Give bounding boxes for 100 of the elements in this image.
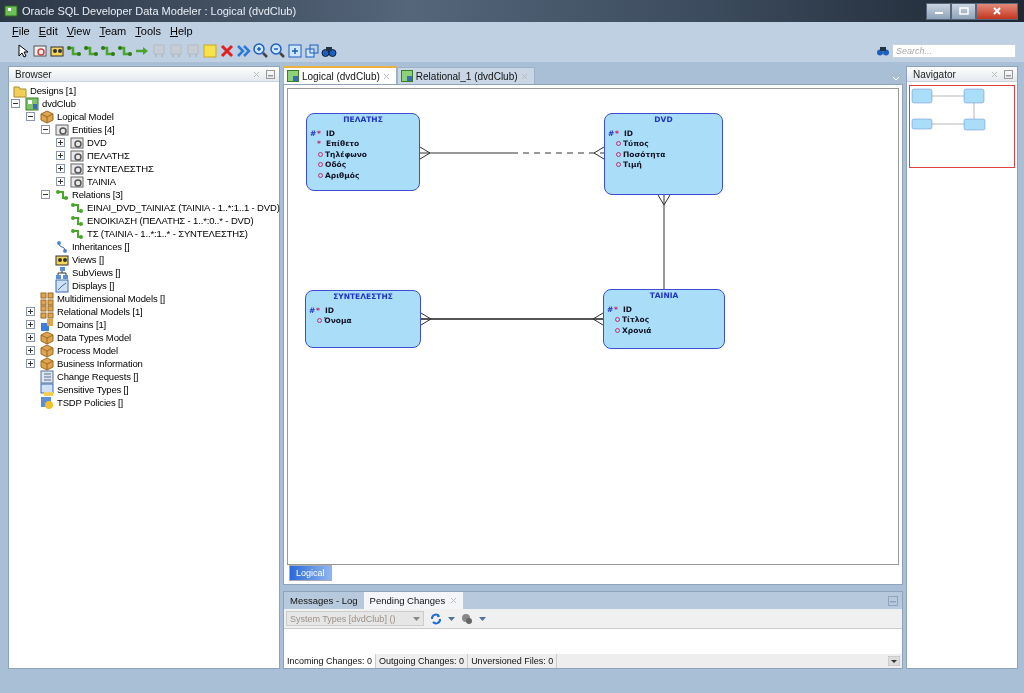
menu-item[interactable]: File: [8, 25, 34, 37]
caret-icon[interactable]: [479, 616, 486, 621]
zoom-in-icon[interactable]: [252, 43, 269, 59]
relation-icon[interactable]: [116, 43, 133, 59]
expand-toggle[interactable]: [56, 177, 65, 186]
diagram-icon: [287, 70, 299, 82]
panel-tab[interactable]: Pending Changes: [363, 592, 464, 609]
tree-item[interactable]: Inheritances []: [72, 241, 130, 252]
panel-title: Navigator: [913, 68, 957, 80]
editor-tab[interactable]: Relational_1 (dvdClub): [396, 67, 535, 84]
tree-item[interactable]: TSDP Policies []: [57, 397, 124, 408]
expand-toggle[interactable]: [56, 164, 65, 173]
window-title: Oracle SQL Developer Data Modeler : Logical (dvdClub): [22, 5, 298, 17]
tree-item[interactable]: Views []: [72, 254, 104, 265]
entity-icon: [70, 174, 84, 189]
tree-item[interactable]: Business Information: [57, 358, 143, 369]
cube-icon: [40, 330, 54, 345]
caret-icon: [413, 616, 420, 621]
entity-icon: [70, 161, 84, 176]
tree-item[interactable]: Multidimensional Models []: [57, 293, 166, 304]
cube-icon: [40, 109, 54, 124]
relationship-line[interactable]: [419, 146, 605, 160]
relation-icon: [70, 226, 84, 241]
list-icon: [40, 369, 54, 384]
zoom-out-icon[interactable]: [269, 43, 286, 59]
menu-item[interactable]: Team: [95, 25, 131, 37]
tree-item[interactable]: DVD: [87, 137, 107, 148]
close-button[interactable]: [976, 2, 1018, 20]
expand-toggle[interactable]: [26, 346, 35, 355]
tree-item[interactable]: Domains [1]: [57, 319, 107, 330]
dropdown-icon[interactable]: [888, 656, 900, 666]
expand-toggle[interactable]: [56, 151, 65, 160]
design-icon: [25, 96, 39, 111]
tree-item[interactable]: ΤΑΙΝΙΑ: [87, 176, 116, 187]
tree-item[interactable]: Relational Models [1]: [57, 306, 143, 317]
tree-item[interactable]: Displays []: [72, 280, 115, 291]
menu-item[interactable]: Help: [165, 25, 197, 37]
relation-icon[interactable]: [99, 43, 116, 59]
app-icon: [4, 4, 18, 18]
expand-toggle[interactable]: [26, 320, 35, 329]
menu-item[interactable]: Edit: [34, 25, 62, 37]
relation-icon: [70, 200, 84, 215]
tree-item[interactable]: ΕΝΟΙΚΙΑΣΗ (ΠΕΛΑΤΗΣ - 1..*:0..* - DVD): [87, 215, 254, 226]
cube-icon: [40, 343, 54, 358]
caret-icon[interactable]: [448, 616, 455, 621]
status-text: Unversioned Files: 0: [468, 654, 558, 668]
tree-item[interactable]: ΠΕΛΑΤΗΣ: [87, 150, 130, 161]
relation-icon: [70, 213, 84, 228]
expand-toggle[interactable]: [11, 99, 20, 108]
relationship-line[interactable]: [657, 194, 671, 290]
relationship-line[interactable]: [420, 312, 604, 326]
tree-item[interactable]: Designs [1]: [30, 85, 76, 96]
maximize-button[interactable]: [951, 2, 976, 20]
panel-tab[interactable]: Messages - Log: [284, 592, 364, 609]
tree-item[interactable]: dvdClub: [42, 98, 76, 109]
close-icon: [992, 7, 1002, 15]
search-icon: [877, 46, 889, 56]
status-text: Incoming Changes: 0: [284, 654, 377, 668]
tree-item[interactable]: ΤΣ (ΤΑΙΝΙΑ - 1..*:1..* - ΣΥΝΤΕΛΕΣΤΗΣ): [87, 228, 248, 239]
entity-icon[interactable]: [31, 43, 48, 59]
view-icon[interactable]: [48, 43, 65, 59]
fit-icon[interactable]: [286, 43, 303, 59]
relation-icon: [55, 187, 69, 202]
tree-item[interactable]: Relations [3]: [72, 189, 123, 200]
panel-title: Browser: [15, 68, 53, 80]
minimize-icon[interactable]: [1004, 69, 1013, 79]
refresh-icon[interactable]: [429, 611, 443, 626]
expand-toggle[interactable]: [41, 125, 50, 134]
editor-tab[interactable]: Logical (dvdClub): [283, 66, 397, 84]
minimize-icon[interactable]: [266, 69, 275, 79]
expand-toggle[interactable]: [26, 112, 35, 121]
expand-toggle[interactable]: [26, 333, 35, 342]
tree-item[interactable]: Logical Model: [57, 111, 114, 122]
relation-icon[interactable]: [82, 43, 99, 59]
tree-item[interactable]: SubViews []: [72, 267, 121, 278]
hierarchy-icon: [55, 239, 69, 254]
menu-item[interactable]: View: [62, 25, 95, 37]
entity-icon: [70, 135, 84, 150]
subview-icon: [55, 265, 69, 280]
expand-toggle[interactable]: [26, 359, 35, 368]
cube-icon: [40, 356, 54, 371]
diagram-overview-drawing[interactable]: [909, 85, 1015, 168]
minimize-button[interactable]: [926, 2, 951, 20]
expand-toggle[interactable]: [26, 307, 35, 316]
tree-item[interactable]: Change Requests []: [57, 371, 139, 382]
tree-item[interactable]: ΣΥΝΤΕΛΕΣΤΗΣ: [87, 163, 154, 174]
grid-icon: [40, 291, 54, 306]
search-field[interactable]: Search...: [892, 44, 1016, 58]
entity-icon: [70, 148, 84, 163]
delete-icon[interactable]: [218, 43, 235, 59]
diagram-icon: [400, 70, 413, 82]
tree-item[interactable]: Sensitive Types []: [57, 384, 129, 395]
tree-item[interactable]: Data Types Model: [57, 332, 131, 343]
expand-toggle[interactable]: [56, 138, 65, 147]
expand-toggle[interactable]: [41, 190, 50, 199]
display-icon: [55, 278, 69, 293]
tree-item[interactable]: Entities [4]: [72, 124, 115, 135]
tree-item[interactable]: ΕΙΝΑΙ_DVD_ΤΑΙΝΙΑΣ (ΤΑΙΝΙΑ - 1..*:1..1 - DVD): [87, 202, 280, 213]
menu-item[interactable]: Tools: [131, 25, 165, 37]
tree-item[interactable]: Process Model: [57, 345, 118, 356]
